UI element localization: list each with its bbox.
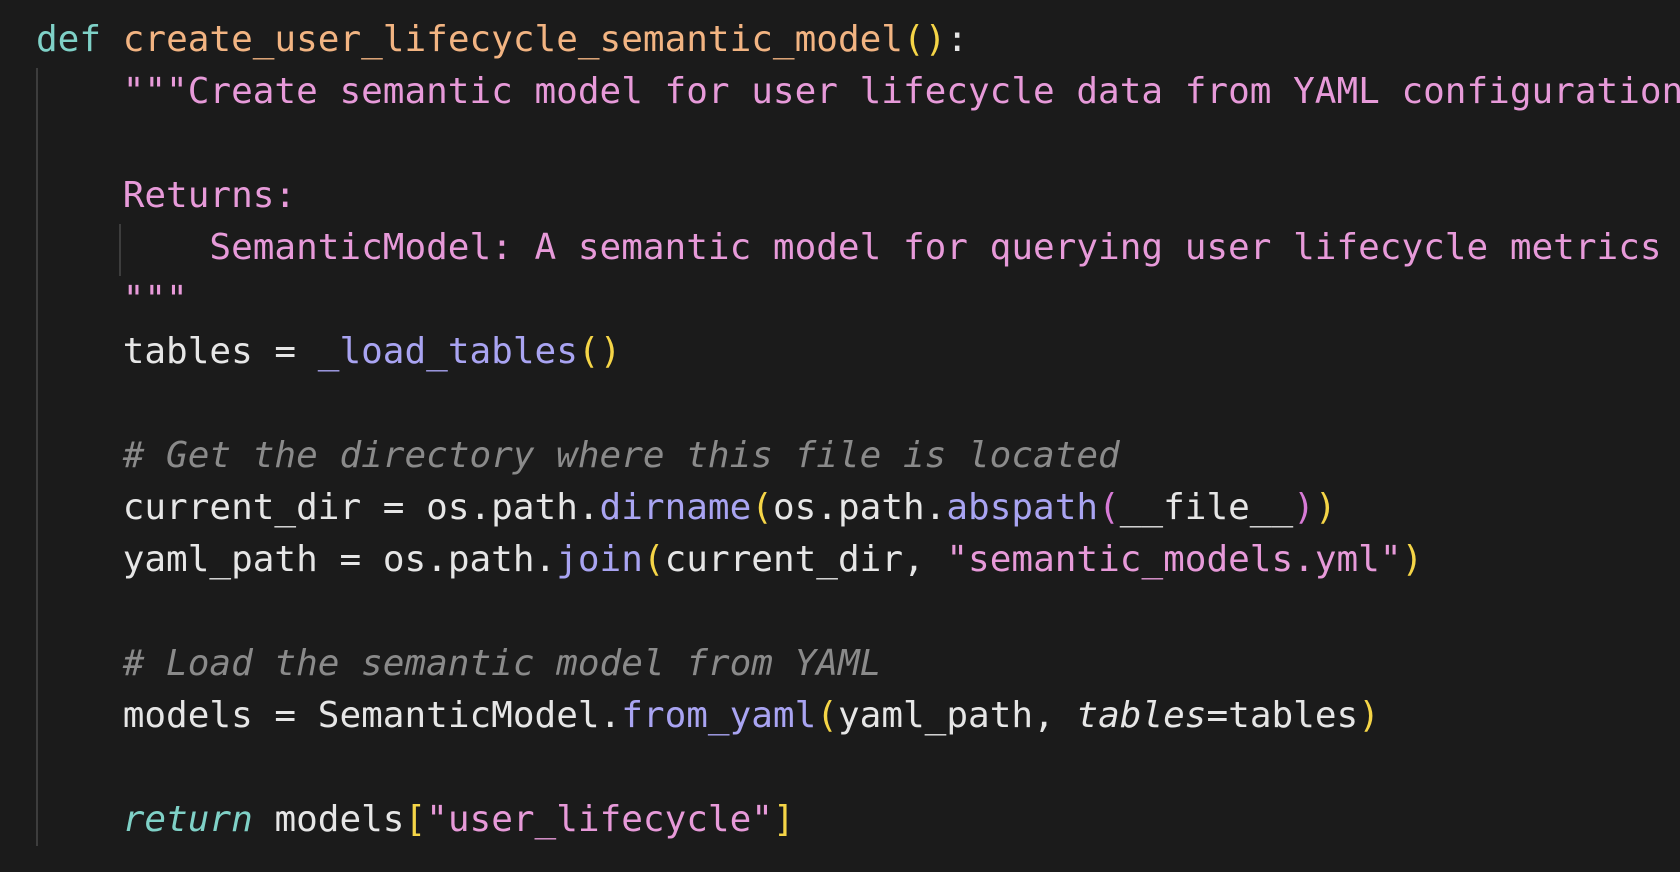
var-file: __file__ — [1119, 487, 1294, 528]
kwarg-tables: tables — [1076, 695, 1207, 736]
assign-op: = — [317, 539, 383, 580]
os-path: os.path. — [382, 539, 557, 580]
equals: = — [1206, 695, 1229, 736]
call-join: join — [556, 539, 643, 580]
open-bracket: [ — [404, 799, 427, 840]
code-line-models: models = SemanticModel.from_yaml(yaml_pa… — [36, 690, 1380, 742]
close-paren: ) — [924, 19, 947, 60]
string-yaml-filename: "semantic_models.yml" — [946, 539, 1402, 580]
arg-yaml-path: yaml_path — [837, 695, 1034, 736]
open-paren: ( — [642, 539, 665, 580]
code-line-comment-2: # Load the semantic model from YAML — [36, 638, 882, 690]
code-line-tables: tables = _load_tables() — [36, 326, 622, 378]
var-tables: tables — [122, 331, 253, 372]
call-abspath: abspath — [946, 487, 1099, 528]
docstring-close: """ — [122, 279, 188, 320]
docstring-returns: Returns: — [122, 175, 297, 216]
comment-get-directory: # Get the directory where this file is l… — [122, 435, 1120, 476]
open-paren: ( — [816, 695, 838, 736]
call-dirname: dirname — [599, 487, 752, 528]
function-name: create_user_lifecycle_semantic_model — [122, 19, 903, 60]
code-line-yaml-path: yaml_path = os.path.join(current_dir, "s… — [36, 534, 1424, 586]
code-editor[interactable]: def create_user_lifecycle_semantic_model… — [0, 0, 1680, 872]
comma: , — [903, 539, 947, 580]
code-line-docstring-return-desc: SemanticModel: A semantic model for quer… — [36, 222, 1662, 274]
close-bracket: ] — [772, 799, 795, 840]
close-paren: ) — [599, 331, 622, 372]
var-current-dir: current_dir — [122, 487, 362, 528]
open-paren: ( — [577, 331, 600, 372]
call-from-yaml: from_yaml — [621, 695, 817, 736]
open-paren-inner: ( — [1098, 487, 1120, 528]
keyword-def: def — [36, 19, 102, 60]
close-paren: ) — [1401, 539, 1424, 580]
close-paren-inner: ) — [1293, 487, 1315, 528]
arg-tables: tables — [1228, 695, 1359, 736]
os-path: os.path. — [426, 487, 600, 528]
call-load-tables: _load_tables — [317, 331, 578, 372]
assign-op: = — [361, 487, 427, 528]
string-lifecycle-key: "user_lifecycle" — [426, 799, 773, 840]
code-line-current-dir: current_dir = os.path.dirname(os.path.ab… — [36, 482, 1337, 534]
comment-load-model: # Load the semantic model from YAML — [122, 643, 882, 684]
var-models: models — [122, 695, 253, 736]
open-paren: ( — [751, 487, 773, 528]
code-line-comment-1: # Get the directory where this file is l… — [36, 430, 1120, 482]
os-path: os.path. — [772, 487, 947, 528]
assign-op: = — [252, 695, 318, 736]
close-paren: ) — [1314, 487, 1337, 528]
code-line-def: def create_user_lifecycle_semantic_model… — [36, 14, 968, 66]
keyword-return: return — [122, 799, 253, 840]
code-line-docstring-returns: Returns: — [36, 170, 296, 222]
colon: : — [946, 19, 969, 60]
code-line-docstring-1: """Create semantic model for user lifecy… — [36, 66, 1680, 118]
docstring-summary: """Create semantic model for user lifecy… — [122, 71, 1680, 112]
comma: , — [1033, 695, 1077, 736]
var-models: models — [274, 799, 405, 840]
assign-op: = — [252, 331, 318, 372]
var-yaml-path: yaml_path — [122, 539, 318, 580]
docstring-return-desc: SemanticModel: A semantic model for quer… — [209, 227, 1662, 268]
close-paren: ) — [1358, 695, 1380, 736]
class-semantic-model: SemanticModel. — [317, 695, 622, 736]
arg-current-dir: current_dir — [664, 539, 904, 580]
code-line-docstring-close: """ — [36, 274, 188, 326]
open-paren: ( — [902, 19, 925, 60]
code-line-return: return models["user_lifecycle"] — [36, 794, 795, 846]
